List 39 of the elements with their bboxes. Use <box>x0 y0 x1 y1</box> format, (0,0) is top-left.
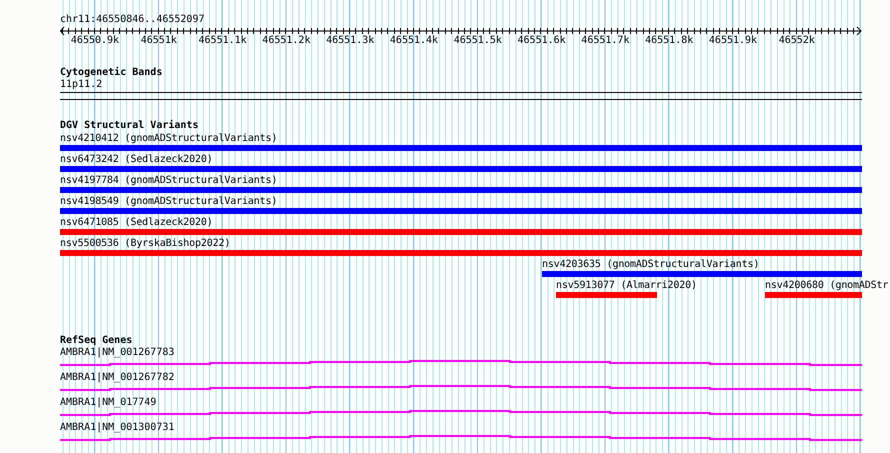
variant-label: nsv6471085 (Sedlazeck2020) <box>60 216 213 229</box>
variant-label: nsv4200680 (gnomADStr <box>765 279 888 292</box>
variant-label: nsv4198549 (gnomADStructuralVariants) <box>60 195 278 208</box>
location-label: chr11:46550846..46552097 <box>60 14 204 26</box>
variant-bar[interactable] <box>556 292 657 298</box>
variant-label: nsv4210412 (gnomADStructuralVariants) <box>60 132 278 145</box>
variant-bar[interactable] <box>765 292 862 298</box>
gene-label: AMBRA1|NM_001267782 <box>60 372 174 384</box>
variant-bar[interactable] <box>60 166 862 172</box>
variant-bar[interactable] <box>60 145 862 151</box>
ruler-tick-label: 46551.9k <box>708 35 758 47</box>
ruler-tick-label: 46551.4k <box>390 35 438 47</box>
variant-bar[interactable] <box>60 187 862 193</box>
band-label: 11p11.2 <box>60 79 102 91</box>
ruler-tick-label: 46551.3k <box>326 35 374 47</box>
variant-label: nsv5913077 (Almarri2020) <box>556 279 697 292</box>
ruler-tick-label: 46551.1k <box>198 35 247 47</box>
variant-label: nsv4203635 (gnomADStructuralVariants) <box>542 258 760 271</box>
ruler-tick-label: 46551k <box>140 35 177 47</box>
track-title: DGV Structural Variants <box>60 120 198 132</box>
track-title: Cytogenetic Bands <box>60 67 162 79</box>
ruler-tick-label: 46550.9k <box>70 35 120 47</box>
gene-label: AMBRA1|NM_001267783 <box>60 347 174 359</box>
ruler-tick-label: 46551.2k <box>262 35 310 47</box>
ruler-tick-label: 46551.8k <box>645 35 694 47</box>
variant-bar[interactable] <box>60 229 862 235</box>
track-title: RefSeq Genes <box>60 335 132 347</box>
variant-bar[interactable] <box>542 271 862 277</box>
ruler-tick-label: 46552k <box>778 35 815 47</box>
variant-label: nsv5500536 (ByrskaBishop2022) <box>60 237 230 250</box>
ruler-tick-label: 46551.7k <box>581 35 630 47</box>
gene-label: AMBRA1|NM_017749 <box>60 397 156 409</box>
variant-label: nsv4197784 (gnomADStructuralVariants) <box>60 174 278 187</box>
ruler-tick-label: 46551.6k <box>518 35 566 47</box>
variant-bar[interactable] <box>60 208 862 214</box>
gene-label: AMBRA1|NM_001300731 <box>60 422 174 434</box>
ruler-tick-label: 46551.5k <box>454 35 502 47</box>
variant-bar[interactable] <box>60 250 862 256</box>
variant-label: nsv6473242 (Sedlazeck2020) <box>60 153 213 166</box>
